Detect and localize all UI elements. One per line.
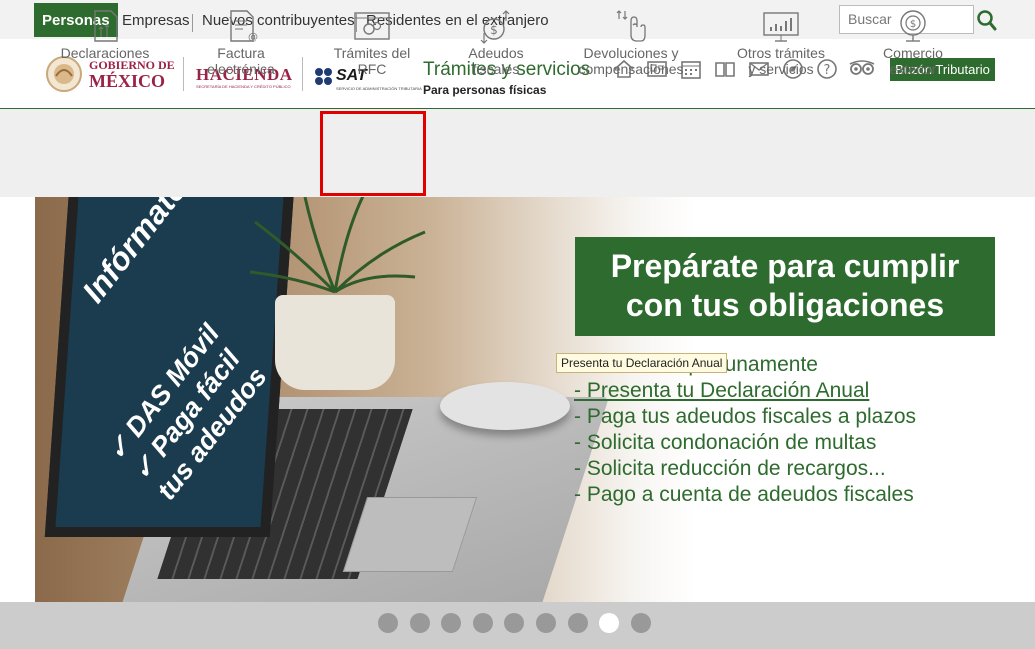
promo-link[interactable]: - Pago a cuenta de adeudos fiscales <box>574 482 916 508</box>
rfc-window-gear-icon <box>354 12 390 40</box>
carousel-dot[interactable] <box>409 613 430 633</box>
nav-label: Trámites del <box>333 45 411 61</box>
promo-link[interactable]: - Solicita condonación de multas <box>574 430 916 456</box>
nav-label: exterior <box>889 61 937 77</box>
promo-title: Prepárate para cumplir con tus obligacio… <box>575 237 995 336</box>
nav-otros-tramites[interactable]: Otros trámites y servicios <box>726 0 836 88</box>
monitor-chart-icon <box>763 12 799 42</box>
svg-text:$: $ <box>490 23 498 37</box>
nav-label: Devoluciones y <box>583 45 679 61</box>
plant-leaves-image <box>249 197 426 294</box>
tooltip: Presenta tu Declaración Anual <box>556 353 728 373</box>
svg-text:$: $ <box>910 19 916 30</box>
hand-pointer-icon <box>616 10 646 42</box>
nav-label: fiscales <box>472 61 520 77</box>
nav-declaraciones[interactable]: Declaraciones <box>55 0 155 88</box>
carousel-dot[interactable] <box>567 613 588 633</box>
promo-title-line: Prepárate para cumplir <box>610 248 960 284</box>
promo-title-line: con tus obligaciones <box>625 287 945 323</box>
logo-divider <box>183 57 184 91</box>
nav-label: compensaciones <box>578 61 684 77</box>
promo-list: - Presenta oportunamente - Presenta tu D… <box>574 352 916 508</box>
nav-label: Otros trámites <box>737 45 825 61</box>
carousel-dot[interactable] <box>378 613 398 633</box>
carousel-dot[interactable] <box>536 613 556 633</box>
nav-label: y servicios <box>748 61 814 77</box>
carousel-dot[interactable] <box>630 613 651 633</box>
invoice-icon: @ <box>230 10 258 43</box>
nav-tramites-rfc[interactable]: Trámites del RFC <box>322 0 422 88</box>
promo-link[interactable]: - Solicita reducción de recargos... <box>574 456 916 482</box>
globe-dollar-icon: $ <box>900 10 926 42</box>
svg-text:@: @ <box>248 32 258 43</box>
nav-label: RFC <box>357 61 387 77</box>
nav-factura-electronica[interactable]: @ Factura electrónica <box>191 0 291 88</box>
plant-pot-image <box>275 295 395 390</box>
nav-label: Comercio <box>883 45 943 61</box>
category-nav <box>0 109 1035 197</box>
nav-adeudos-fiscales[interactable]: $ Adeudos fiscales <box>446 0 546 88</box>
nav-devoluciones[interactable]: Devoluciones y compensaciones <box>572 0 690 88</box>
highlight-frame <box>320 111 426 196</box>
mouse-image <box>440 382 570 430</box>
logo-divider <box>302 57 303 91</box>
declaraciones-icon <box>94 10 118 42</box>
search-icon[interactable] <box>976 8 998 32</box>
nav-label: Declaraciones <box>60 45 150 61</box>
nav-label: Factura <box>217 45 265 61</box>
nav-label: electrónica <box>207 61 275 77</box>
nav-label: Adeudos <box>468 45 524 61</box>
promo-link[interactable]: - Paga tus adeudos fiscales a plazos <box>574 404 916 430</box>
carousel-dot[interactable] <box>472 613 493 633</box>
promo-link[interactable]: - Presenta tu Declaración Anual <box>574 378 916 404</box>
nav-comercio-exterior[interactable]: $ Comercio exterior <box>868 0 958 88</box>
debts-coin-arrows-icon: $ <box>480 10 510 44</box>
